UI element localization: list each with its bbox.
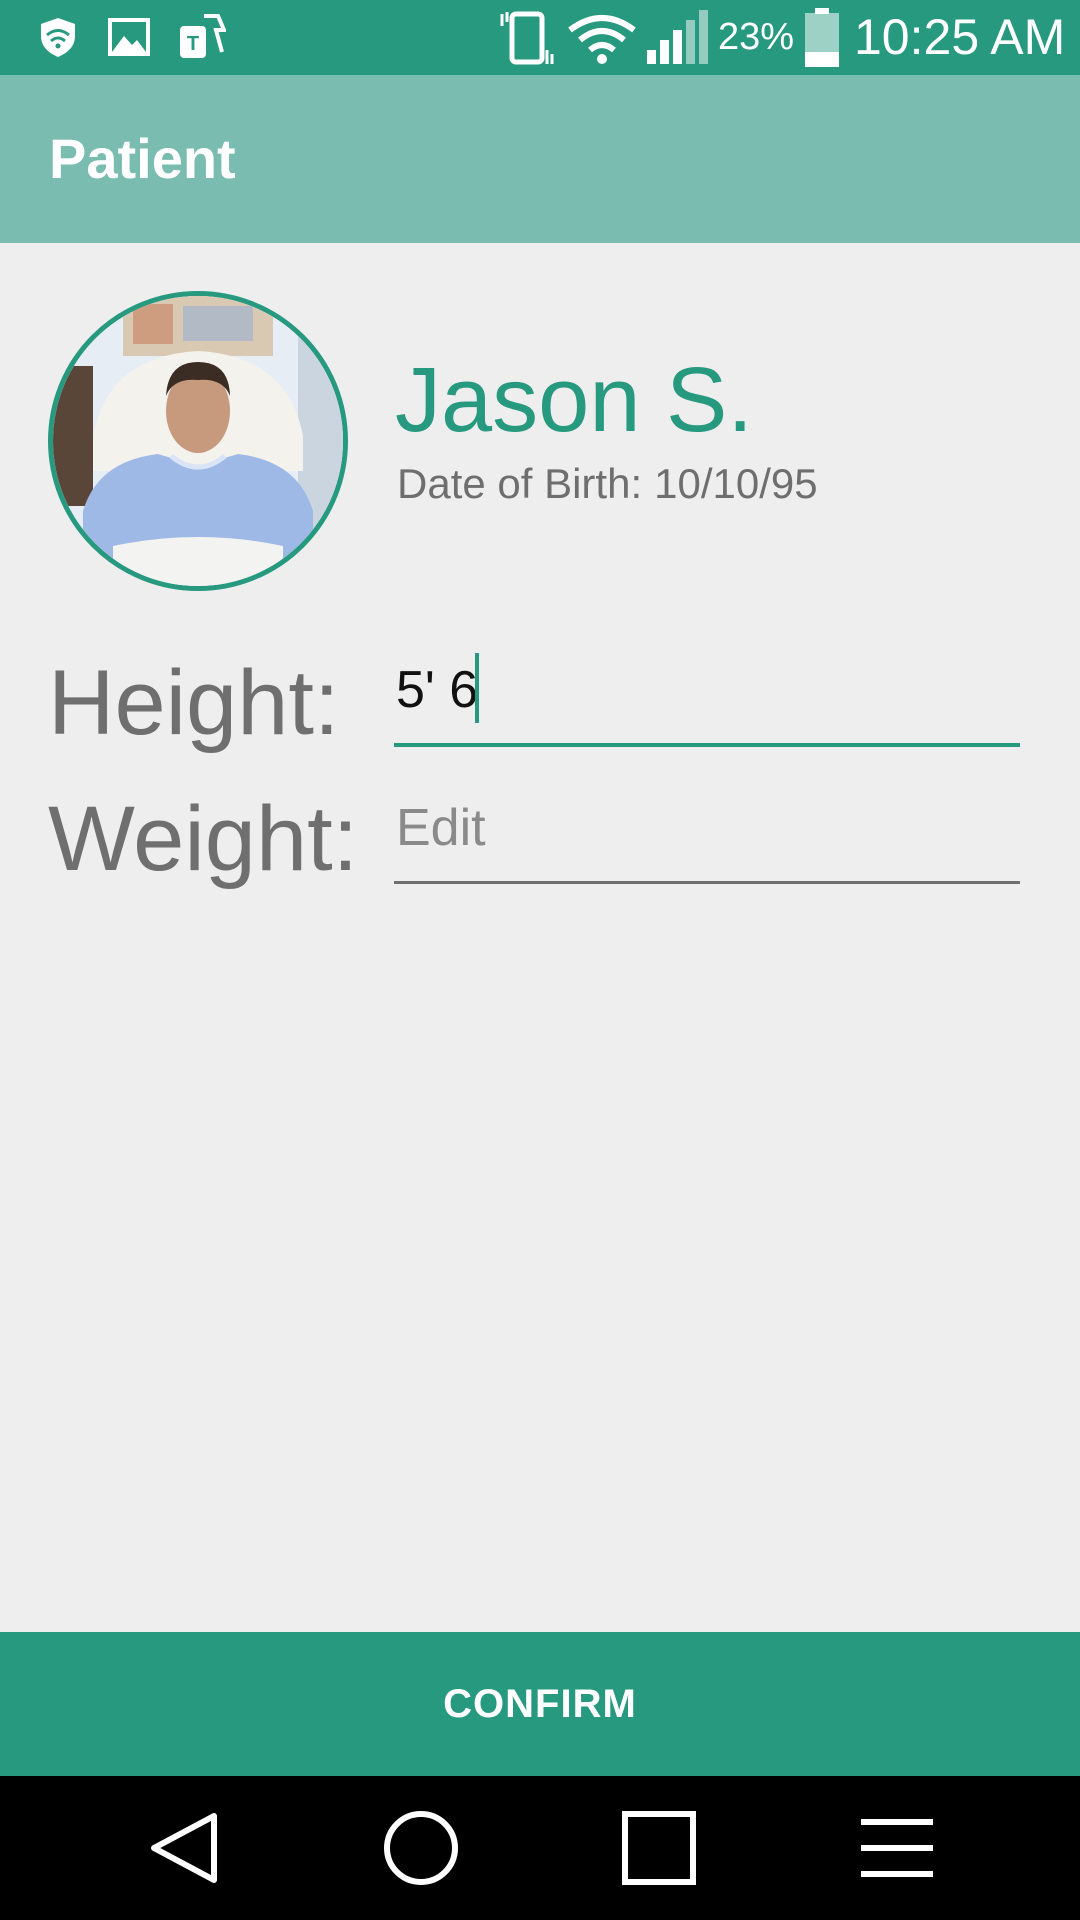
wifi-icon <box>568 15 636 64</box>
vibrate-icon <box>500 11 554 65</box>
status-bar: T 23% 10:25 AM <box>0 0 1080 75</box>
menu-icon[interactable] <box>817 1776 977 1920</box>
page-title: Patient <box>49 127 236 190</box>
recents-icon[interactable] <box>579 1776 739 1920</box>
battery-icon <box>805 8 839 67</box>
dob-value: 10/10/95 <box>654 460 818 507</box>
cell-signal-icon <box>647 10 708 64</box>
height-label: Height: <box>48 652 340 754</box>
confirm-button[interactable]: CONFIRM <box>0 1632 1080 1776</box>
carrier-app-icon: T <box>180 14 226 58</box>
navigation-bar <box>0 1776 1080 1920</box>
patient-photo <box>53 296 343 586</box>
patient-name: Jason S. <box>395 349 753 451</box>
image-notification-icon <box>108 18 150 56</box>
weight-input[interactable] <box>394 788 1020 868</box>
weight-label: Weight: <box>48 788 359 890</box>
back-icon[interactable] <box>104 1776 264 1920</box>
svg-text:T: T <box>187 33 199 55</box>
patient-dob: Date of Birth: 10/10/95 <box>397 458 818 510</box>
battery-percent: 23% <box>718 16 795 58</box>
vpn-shield-icon <box>41 18 75 57</box>
dob-label: Date of Birth: <box>397 460 643 507</box>
avatar <box>48 291 348 591</box>
clock: 10:25 AM <box>854 9 1066 65</box>
height-input-underline <box>394 743 1020 747</box>
home-icon[interactable] <box>341 1776 501 1920</box>
weight-input-underline <box>394 881 1020 884</box>
height-input[interactable] <box>394 650 1020 730</box>
text-cursor <box>475 653 479 723</box>
app-bar: Patient <box>0 75 1080 243</box>
